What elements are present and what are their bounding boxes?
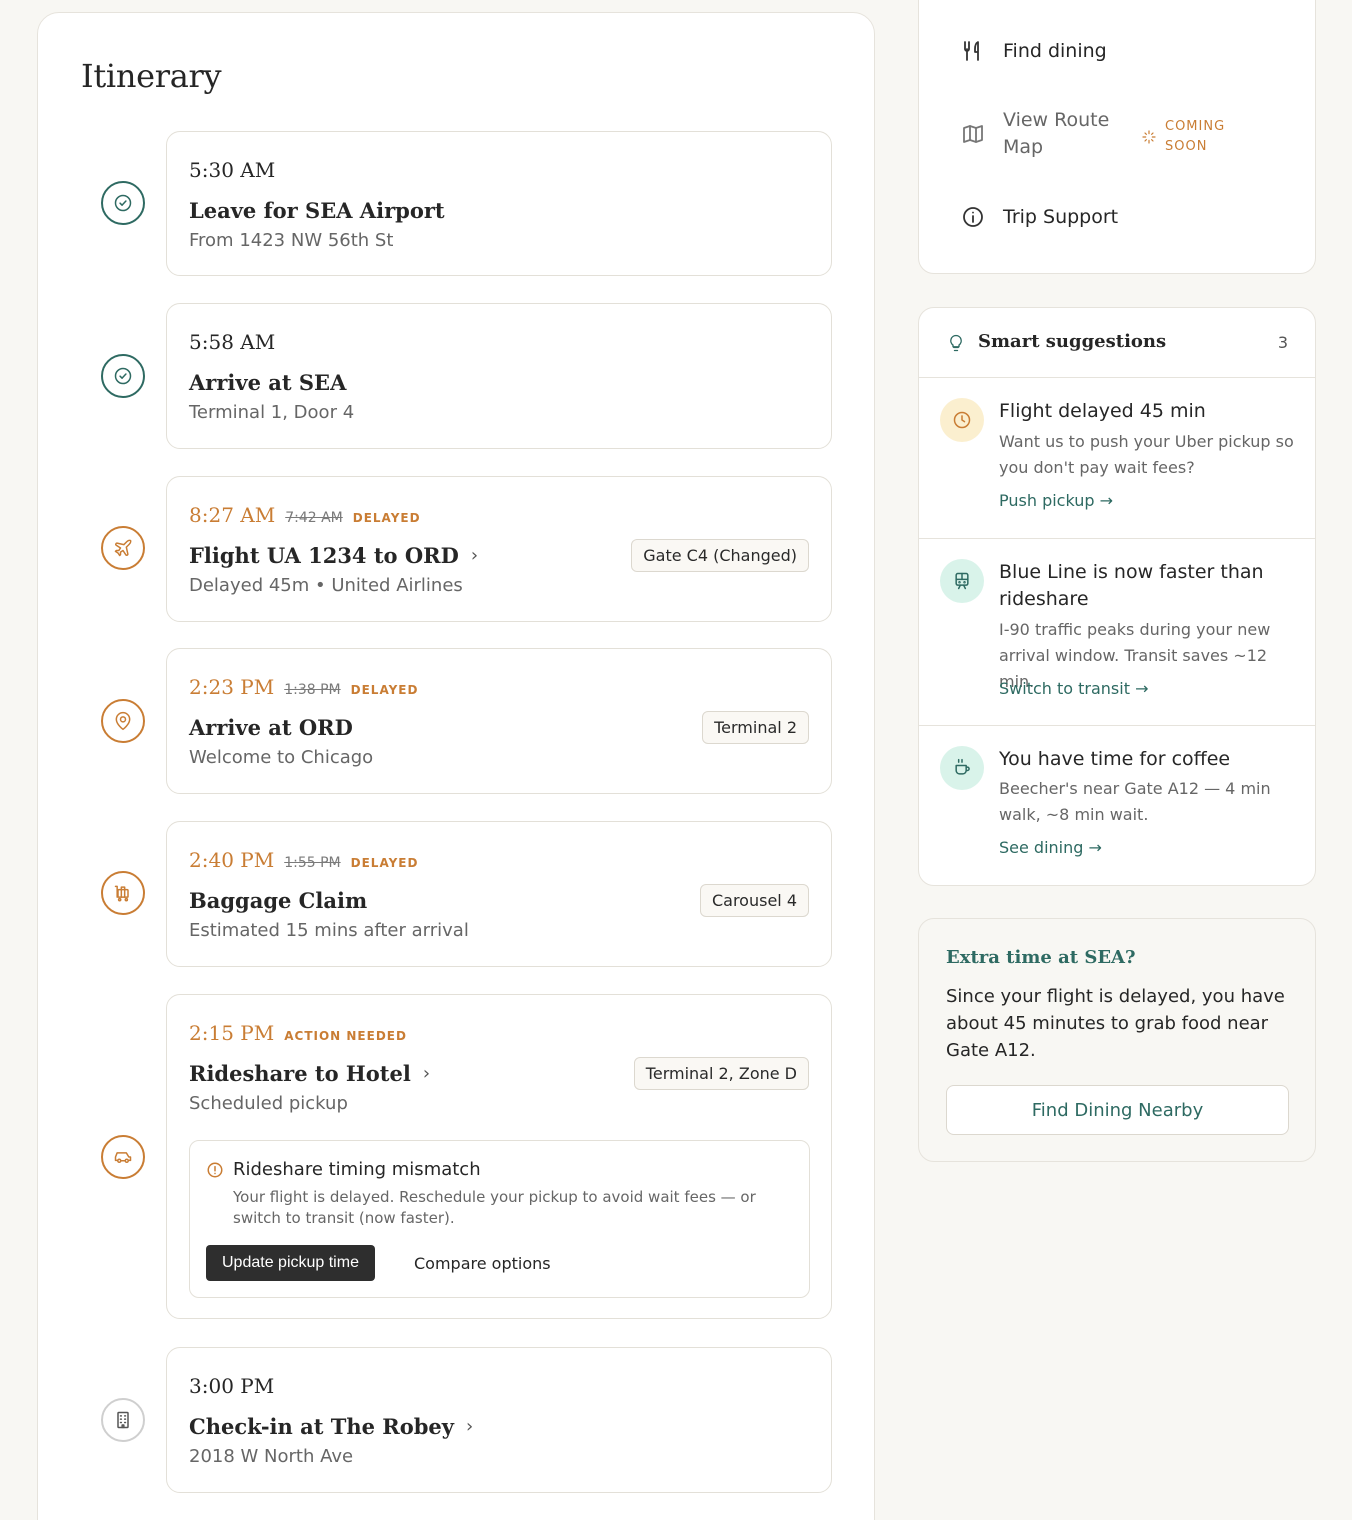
clock-icon <box>940 398 984 442</box>
card-time: 8:27 AM <box>189 503 276 527</box>
trip-support-action[interactable]: Trip Support <box>961 205 1118 229</box>
suggestion-title: You have time for coffee <box>999 748 1231 770</box>
suggestion-title: Flight delayed 45 min <box>999 400 1206 422</box>
smart-suggestions-panel: Smart suggestions 3 Flight delayed 45 mi… <box>918 307 1316 886</box>
luggage-cart-icon <box>101 871 145 915</box>
card-time: 5:30 AM <box>189 158 276 182</box>
sparkle-icon <box>1142 130 1156 144</box>
card-time: 2:23 PM <box>189 675 275 699</box>
compare-options-button[interactable]: Compare options <box>414 1245 551 1281</box>
card-old-time: 1:55 PM <box>284 855 341 871</box>
card-title: Flight UA 1234 to ORD <box>189 543 459 568</box>
itinerary-panel: Itinerary 5:30 AM Leave for SEA Airport … <box>37 12 875 1520</box>
fork-knife-icon <box>964 41 979 61</box>
card-title: Baggage Claim <box>189 888 368 913</box>
suggestions-title: Smart suggestions <box>978 331 1167 352</box>
card-subtitle: 2018 W North Ave <box>189 1446 354 1467</box>
plane-icon <box>101 526 145 570</box>
card-old-time: 7:42 AM <box>285 510 343 526</box>
switch-to-transit-link[interactable]: Switch to transit → <box>999 679 1148 698</box>
gate-badge: Gate C4 (Changed) <box>631 539 809 572</box>
chevron-right-icon[interactable]: › <box>423 1063 430 1084</box>
view-route-map-action: View Route Map <box>961 107 1123 161</box>
check-circle-icon <box>101 181 145 225</box>
alert-circle-icon <box>207 1162 223 1178</box>
card-subtitle: Welcome to Chicago <box>189 747 374 768</box>
check-circle-icon <box>101 354 145 398</box>
itinerary-title: Itinerary <box>81 57 222 95</box>
card-title: Rideshare to Hotel <box>189 1061 411 1086</box>
trip-support-label: Trip Support <box>1003 206 1119 228</box>
suggestion-title: Blue Line is now faster than rideshare <box>999 561 1264 610</box>
rideshare-alert: Rideshare timing mismatch Your flight is… <box>189 1140 810 1298</box>
update-pickup-time-button[interactable]: Update pickup time <box>206 1245 375 1281</box>
itinerary-card-flight[interactable]: 8:27 AM 7:42 AM DELAYED Flight UA 1234 t… <box>166 476 832 622</box>
chevron-right-icon[interactable]: › <box>466 1416 473 1437</box>
map-icon <box>963 125 983 143</box>
extra-time-text: Since your flight is delayed, you have a… <box>946 986 1285 1061</box>
coming-soon-label: COMING SOON <box>1165 119 1226 154</box>
card-title: Arrive at ORD <box>189 715 353 740</box>
suggestion-item: Flight delayed 45 min Want us to push yo… <box>919 378 1315 539</box>
itinerary-card-leave-sea[interactable]: 5:30 AM Leave for SEA Airport From 1423 … <box>166 131 832 276</box>
card-title: Leave for SEA Airport <box>189 198 445 223</box>
status-tag: DELAYED <box>350 856 419 870</box>
itinerary-card-hotel[interactable]: 3:00 PM Check-in at The Robey › 2018 W N… <box>166 1347 832 1493</box>
alert-title: Rideshare timing mismatch <box>233 1159 481 1180</box>
push-pickup-link[interactable]: Push pickup → <box>999 491 1113 510</box>
extra-time-title: Extra time at SEA? <box>946 947 1136 968</box>
itinerary-card-baggage[interactable]: 2:40 PM 1:55 PM DELAYED Baggage Claim Es… <box>166 821 832 967</box>
card-old-time: 1:38 PM <box>284 682 341 698</box>
find-dining-label: Find dining <box>1003 40 1107 62</box>
card-title: Arrive at SEA <box>189 370 347 395</box>
terminal-badge: Terminal 2 <box>702 711 809 744</box>
pickup-zone-badge: Terminal 2, Zone D <box>633 1057 809 1090</box>
coming-soon-badge: COMING SOON <box>1141 117 1235 157</box>
quick-actions-panel: Find dining View Route Map COMING SOON T… <box>918 0 1316 274</box>
suggestion-item: You have time for coffee Beecher's near … <box>919 726 1315 885</box>
status-tag: DELAYED <box>350 683 419 697</box>
extra-time-panel: Extra time at SEA? Since your flight is … <box>918 918 1316 1162</box>
lightbulb-icon <box>950 334 962 352</box>
card-subtitle: Terminal 1, Door 4 <box>189 402 355 423</box>
suggestion-item: Blue Line is now faster than rideshare I… <box>919 539 1315 726</box>
card-subtitle: Estimated 15 mins after arrival <box>189 920 469 941</box>
building-icon <box>101 1398 145 1442</box>
info-icon <box>963 207 983 227</box>
itinerary-card-arrive-sea[interactable]: 5:58 AM Arrive at SEA Terminal 1, Door 4 <box>166 303 832 449</box>
itinerary-card-rideshare[interactable]: 2:15 PM ACTION NEEDED Rideshare to Hotel… <box>166 994 832 1319</box>
find-dining-nearby-button[interactable]: Find Dining Nearby <box>946 1085 1289 1135</box>
card-title: Check-in at The Robey <box>189 1414 454 1439</box>
itinerary-card-arrive-ord[interactable]: 2:23 PM 1:38 PM DELAYED Arrive at ORD We… <box>166 648 832 794</box>
suggestions-count: 3 <box>1277 333 1288 352</box>
status-tag: DELAYED <box>352 511 421 525</box>
suggestion-text: Beecher's near Gate A12 — 4 min walk, ~8… <box>999 779 1271 824</box>
card-subtitle: Delayed 45m • United Airlines <box>189 575 463 596</box>
alert-text: Your flight is delayed. Reschedule your … <box>233 1188 756 1227</box>
view-route-map-label: View Route Map <box>1003 109 1110 158</box>
chevron-right-icon[interactable]: › <box>471 545 478 566</box>
coffee-icon <box>940 746 984 790</box>
suggestions-header: Smart suggestions 3 <box>919 308 1315 378</box>
status-tag: ACTION NEEDED <box>284 1029 407 1043</box>
card-subtitle: From 1423 NW 56th St <box>189 230 394 251</box>
find-dining-action[interactable]: Find dining <box>961 39 1107 63</box>
card-time: 2:40 PM <box>189 848 275 872</box>
card-time: 5:58 AM <box>189 330 276 354</box>
carousel-badge: Carousel 4 <box>699 884 809 917</box>
car-icon <box>101 1135 145 1179</box>
suggestion-text: Want us to push your Uber pickup so you … <box>999 432 1294 477</box>
see-dining-link[interactable]: See dining → <box>999 838 1102 857</box>
card-time: 2:15 PM <box>189 1021 275 1045</box>
card-subtitle: Scheduled pickup <box>189 1093 348 1114</box>
train-icon <box>940 559 984 603</box>
map-pin-icon <box>101 699 145 743</box>
card-time: 3:00 PM <box>189 1374 275 1398</box>
